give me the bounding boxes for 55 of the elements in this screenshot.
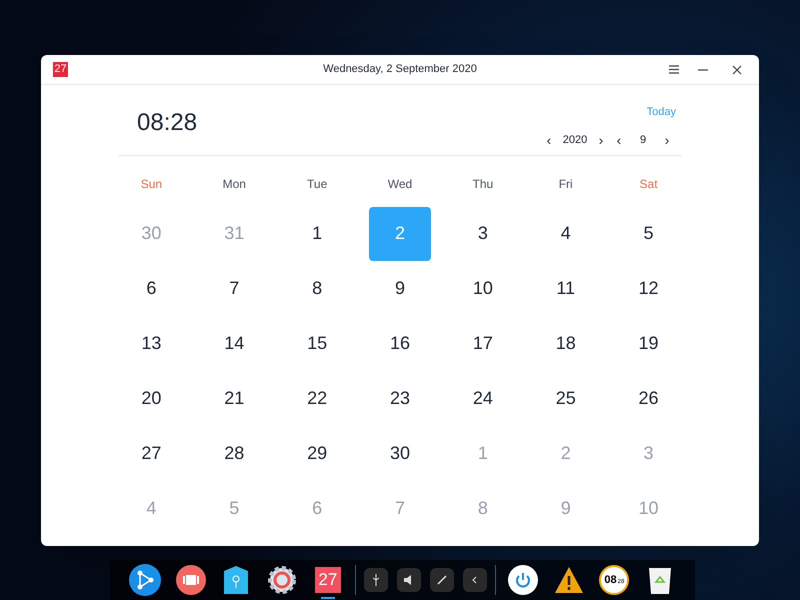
weekday-label: Tue xyxy=(307,176,328,193)
day-cell[interactable]: 9 xyxy=(368,262,431,316)
day-cell[interactable]: 24 xyxy=(452,372,514,426)
recycle-bin-icon[interactable] xyxy=(647,565,674,595)
weekday-label: Wed xyxy=(388,176,412,193)
day-cell[interactable]: 10 xyxy=(452,262,514,316)
day-cell[interactable]: 15 xyxy=(286,316,348,370)
day-cell[interactable]: 17 xyxy=(452,316,514,370)
day-cell[interactable]: 6 xyxy=(120,262,182,316)
next-month-button[interactable]: › xyxy=(658,130,676,150)
day-cell[interactable]: 27 xyxy=(120,426,182,480)
volume-icon[interactable] xyxy=(396,568,421,592)
app-icon: 27 xyxy=(53,62,68,77)
day-cell[interactable]: 12 xyxy=(618,262,680,316)
gear-icon[interactable] xyxy=(267,565,298,595)
clock-time: 08:28 xyxy=(137,108,198,138)
day-cell[interactable]: 25 xyxy=(534,372,597,426)
weekday-label: Sun xyxy=(140,176,162,193)
share-nodes-icon[interactable] xyxy=(128,564,161,596)
weekday-label: Sat xyxy=(640,176,658,193)
day-cell[interactable]: 1 xyxy=(286,206,348,260)
day-cell[interactable]: 13 xyxy=(120,316,182,370)
previous-month-button[interactable]: ‹ xyxy=(610,130,628,150)
day-cell[interactable]: 20 xyxy=(120,372,182,426)
weekday-label: Mon xyxy=(222,176,246,193)
day-cell[interactable]: 19 xyxy=(618,316,680,370)
next-year-button[interactable]: › xyxy=(592,130,610,150)
weekday-label: Thu xyxy=(472,176,494,193)
month-label: 9 xyxy=(638,132,648,148)
weekday-label: Fri xyxy=(558,176,573,193)
window-title: Wednesday, 2 September 2020 xyxy=(323,62,477,78)
day-cell[interactable]: 5 xyxy=(618,206,680,260)
day-cell[interactable]: 28 xyxy=(203,426,266,480)
previous-year-button[interactable]: ‹ xyxy=(540,130,558,150)
day-cell[interactable]: 4 xyxy=(534,206,597,260)
usb-icon[interactable] xyxy=(364,568,388,592)
day-cell[interactable]: 16 xyxy=(368,316,431,370)
day-cell[interactable]: 22 xyxy=(286,372,348,426)
windows-icon[interactable] xyxy=(176,565,206,595)
day-cell[interactable]: 30 xyxy=(368,426,431,480)
day-cell[interactable]: 21 xyxy=(203,372,266,426)
day-cell[interactable]: 11 xyxy=(534,262,597,316)
day-cell[interactable]: 3 xyxy=(452,206,514,260)
day-cell[interactable]: 29 xyxy=(286,426,348,480)
day-cell[interactable]: 7 xyxy=(203,262,266,316)
power-icon[interactable] xyxy=(508,565,538,595)
day-cell[interactable]: 23 xyxy=(368,372,431,426)
year-label: 2020 xyxy=(562,132,588,148)
menu-icon[interactable] xyxy=(669,65,679,74)
day-cell[interactable]: 26 xyxy=(618,372,680,426)
day-cell[interactable]: 18 xyxy=(534,316,597,370)
day-cell[interactable]: 8 xyxy=(286,262,348,316)
warning-icon[interactable] xyxy=(554,566,584,594)
clock-hours: 08 xyxy=(604,574,617,586)
day-cell[interactable]: 14 xyxy=(203,316,266,370)
